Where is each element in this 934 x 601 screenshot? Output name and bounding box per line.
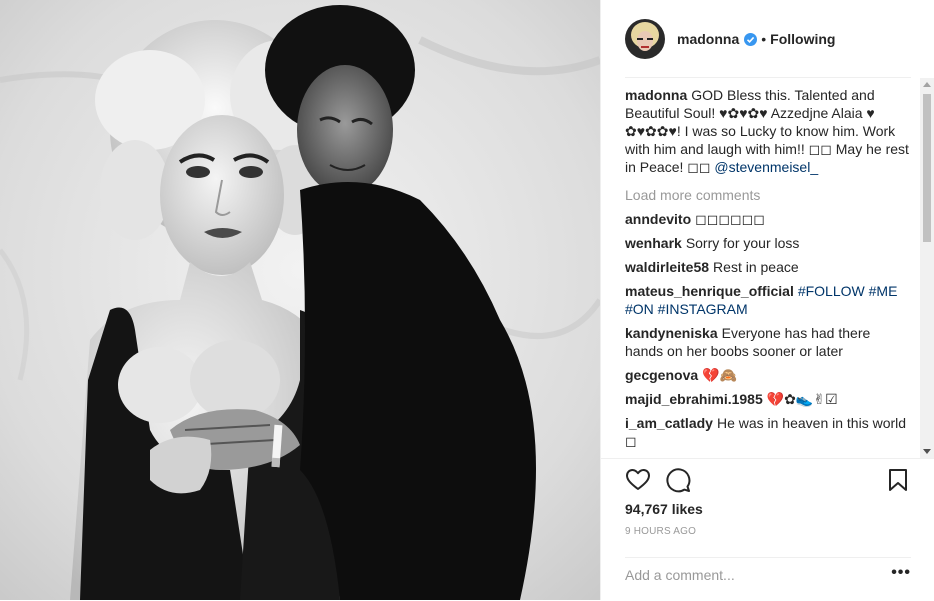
post-dialog: madonna • Following madonna GOD Bless thi… [0, 0, 934, 600]
verified-badge-icon [744, 32, 758, 46]
comment-text: 💔🙈 [702, 367, 738, 383]
comment-item: majid_ebrahimi.1985 💔✿👟✌☑ [625, 390, 909, 408]
comment-item: kandyneniska Everyone has had there hands… [625, 324, 909, 360]
comment-username[interactable]: waldirleite58 [625, 259, 709, 275]
comment-text: Sorry for your loss [685, 235, 800, 251]
header-username[interactable]: madonna [677, 31, 739, 47]
action-icons [625, 467, 911, 499]
add-comment-row: ••• [625, 557, 911, 601]
scrollbar-thumb[interactable] [923, 94, 931, 242]
comment-username[interactable]: kandyneniska [625, 325, 718, 341]
comment-username[interactable]: gecgenova [625, 367, 698, 383]
scroll-down-icon[interactable] [923, 449, 931, 454]
comment-username[interactable]: mateus_henrique_official [625, 283, 794, 299]
comment-item: waldirleite58 Rest in peace [625, 258, 909, 276]
load-more-comments-button[interactable]: Load more comments [625, 186, 909, 204]
scroll-up-icon[interactable] [923, 82, 931, 87]
post-timestamp: 9 HOURS AGO [625, 526, 697, 537]
comment-username[interactable]: i_am_catlady [625, 415, 713, 431]
header-separator: • [761, 31, 767, 47]
comment-username[interactable]: anndevito [625, 211, 691, 227]
heart-icon[interactable] [625, 467, 651, 493]
header-divider [625, 77, 911, 78]
comment-item: wenhark Sorry for your loss [625, 234, 909, 252]
likes-count[interactable]: 94,767 likes [625, 501, 703, 517]
comment-username[interactable]: wenhark [625, 235, 682, 251]
comment-text: ◻◻◻◻◻◻ [695, 211, 765, 227]
avatar[interactable] [625, 19, 665, 59]
more-options-button[interactable]: ••• [891, 564, 911, 582]
add-comment-input[interactable] [625, 566, 875, 584]
comment-item: gecgenova 💔🙈 [625, 366, 909, 384]
following-button[interactable]: Following [770, 31, 835, 47]
comments-scrollbar[interactable] [920, 78, 934, 458]
caption-mention-link[interactable]: @stevenmeisel_ [714, 159, 818, 175]
post-sidebar: madonna • Following madonna GOD Bless thi… [600, 0, 934, 600]
comments-list: madonna GOD Bless this. Talented and Beau… [625, 86, 909, 458]
post-actions: 94,767 likes 9 HOURS AGO ••• [601, 458, 934, 584]
comment-item: mateus_henrique_official #FOLLOW #ME #ON … [625, 282, 909, 318]
photo-image [0, 0, 600, 600]
comment-icon[interactable] [665, 467, 691, 493]
bookmark-icon[interactable] [885, 467, 911, 493]
comment-text: Rest in peace [713, 259, 799, 275]
caption-username[interactable]: madonna [625, 87, 687, 103]
comment-text: 💔✿👟✌☑ [766, 391, 838, 407]
comment-item: i_am_catlady He was in heaven in this wor… [625, 414, 909, 450]
comment-item: anndevito ◻◻◻◻◻◻ [625, 210, 909, 228]
post-header: madonna • Following [601, 0, 934, 78]
post-photo[interactable] [0, 0, 600, 600]
comment-username[interactable]: majid_ebrahimi.1985 [625, 391, 763, 407]
post-caption: madonna GOD Bless this. Talented and Beau… [625, 86, 909, 176]
